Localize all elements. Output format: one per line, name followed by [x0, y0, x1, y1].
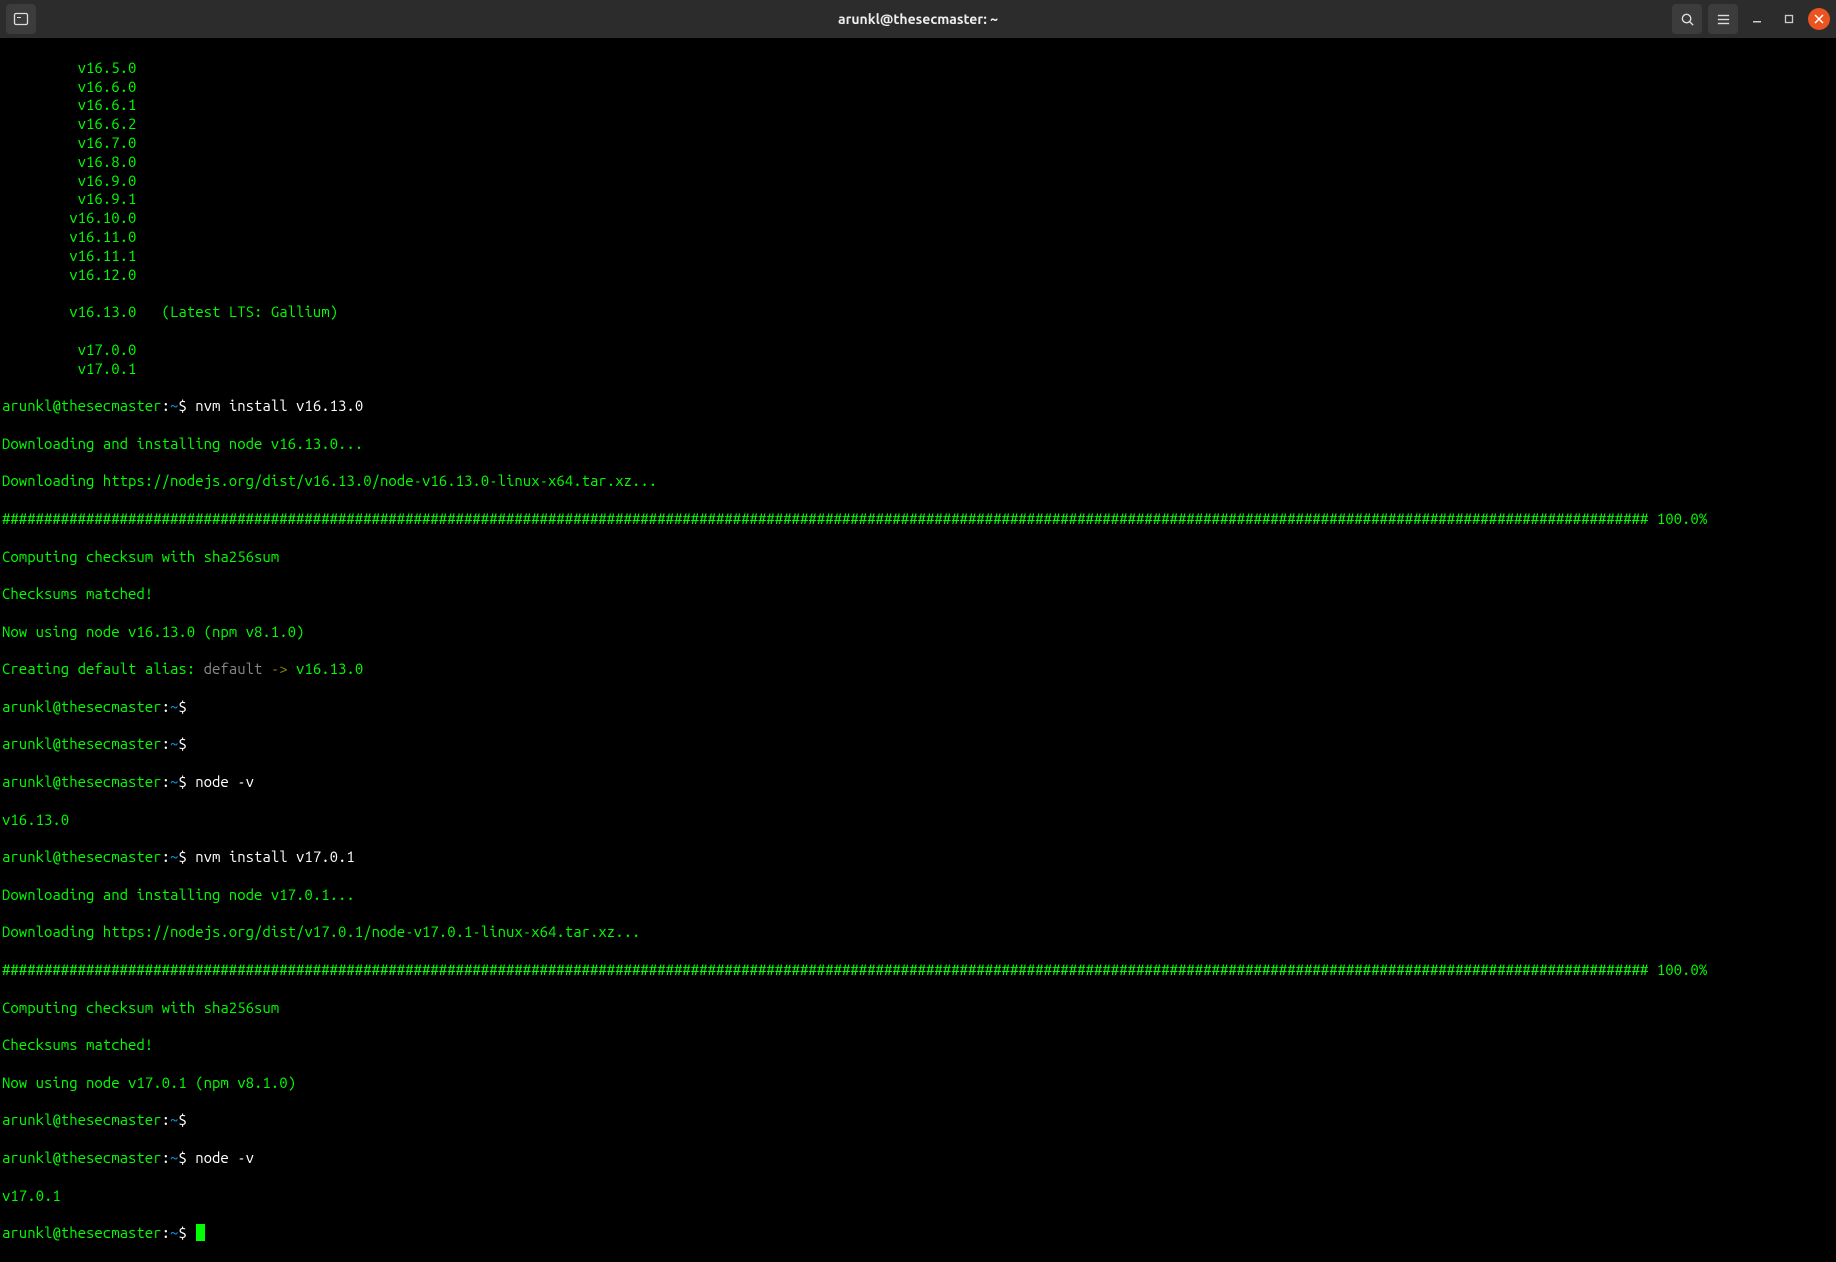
output-line: Downloading and installing node v17.0.1.… — [2, 886, 1836, 905]
version-line: v16.9.0 — [2, 172, 1836, 191]
nvm-version-list: v16.5.0 v16.6.0 v16.6.1 v16.6.2 v16.7.0 … — [2, 59, 1836, 285]
command-text: nvm install v16.13.0 — [195, 397, 363, 414]
version-line: v16.6.2 — [2, 115, 1836, 134]
output-line: Computing checksum with sha256sum — [2, 999, 1836, 1018]
search-button[interactable] — [1672, 4, 1702, 34]
version-line: v16.11.0 — [2, 228, 1836, 247]
version-line: v16.12.0 — [2, 266, 1836, 285]
prompt-line-6: arunkl@thesecmaster:~$ — [2, 1111, 1836, 1130]
command-text: node -v — [195, 1149, 254, 1166]
maximize-icon — [1783, 13, 1795, 25]
version-line: v16.11.1 — [2, 247, 1836, 266]
output-line: v17.0.1 — [2, 1187, 1836, 1206]
maximize-button[interactable] — [1776, 6, 1802, 32]
version-line: v16.6.0 — [2, 78, 1836, 97]
output-line: Computing checksum with sha256sum — [2, 548, 1836, 567]
cursor — [196, 1224, 205, 1241]
output-line: Downloading https://nodejs.org/dist/v16.… — [2, 472, 1836, 491]
output-line: Checksums matched! — [2, 1036, 1836, 1055]
terminal-tab-icon — [13, 11, 29, 27]
output-line: Now using node v17.0.1 (npm v8.1.0) — [2, 1074, 1836, 1093]
version-line: v16.10.0 — [2, 209, 1836, 228]
prompt-line-7: arunkl@thesecmaster:~$ node -v — [2, 1149, 1836, 1168]
progress-bar-line: ########################################… — [2, 510, 1836, 529]
terminal-pane[interactable]: v16.5.0 v16.6.0 v16.6.1 v16.6.2 v16.7.0 … — [0, 38, 1836, 898]
prompt-line-1: arunkl@thesecmaster:~$ nvm install v16.1… — [2, 397, 1836, 416]
prompt-line-5: arunkl@thesecmaster:~$ nvm install v17.0… — [2, 848, 1836, 867]
prompt-line-2: arunkl@thesecmaster:~$ — [2, 698, 1836, 717]
version-line: v16.5.0 — [2, 59, 1836, 78]
output-line: v16.13.0 — [2, 811, 1836, 830]
output-line: Checksums matched! — [2, 585, 1836, 604]
version-line: v16.9.1 — [2, 190, 1836, 209]
lts-version-line: v16.13.0 (Latest LTS: Gallium) — [2, 303, 1836, 322]
version-line: v17.0.0 — [2, 341, 1836, 360]
command-text: nvm install v17.0.1 — [195, 848, 355, 865]
version-line: v17.0.1 — [2, 360, 1836, 379]
version-line: v16.6.1 — [2, 96, 1836, 115]
hamburger-icon — [1716, 12, 1731, 27]
minimize-button[interactable] — [1744, 6, 1770, 32]
search-icon — [1680, 12, 1695, 27]
close-icon — [1814, 14, 1824, 24]
progress-bar-line: ########################################… — [2, 961, 1836, 980]
prompt-line-3: arunkl@thesecmaster:~$ — [2, 735, 1836, 754]
close-button[interactable] — [1808, 8, 1830, 30]
command-text: node -v — [195, 773, 254, 790]
alias-line: Creating default alias: default -> v16.1… — [2, 660, 1836, 679]
window-titlebar: arunkl@thesecmaster: ~ — [0, 0, 1836, 38]
version-line: v16.8.0 — [2, 153, 1836, 172]
minimize-icon — [1751, 13, 1763, 25]
prompt-line-4: arunkl@thesecmaster:~$ node -v — [2, 773, 1836, 792]
output-line: Now using node v16.13.0 (npm v8.1.0) — [2, 623, 1836, 642]
prompt-line-current: arunkl@thesecmaster:~$ — [2, 1224, 1836, 1243]
nvm-post-lts-list: v17.0.0 v17.0.1 — [2, 341, 1836, 379]
output-line: Downloading https://nodejs.org/dist/v17.… — [2, 923, 1836, 942]
output-line: Downloading and installing node v16.13.0… — [2, 435, 1836, 454]
window-title: arunkl@thesecmaster: ~ — [838, 11, 998, 27]
version-line: v16.7.0 — [2, 134, 1836, 153]
new-tab-button[interactable] — [6, 4, 36, 34]
hamburger-menu-button[interactable] — [1708, 4, 1738, 34]
